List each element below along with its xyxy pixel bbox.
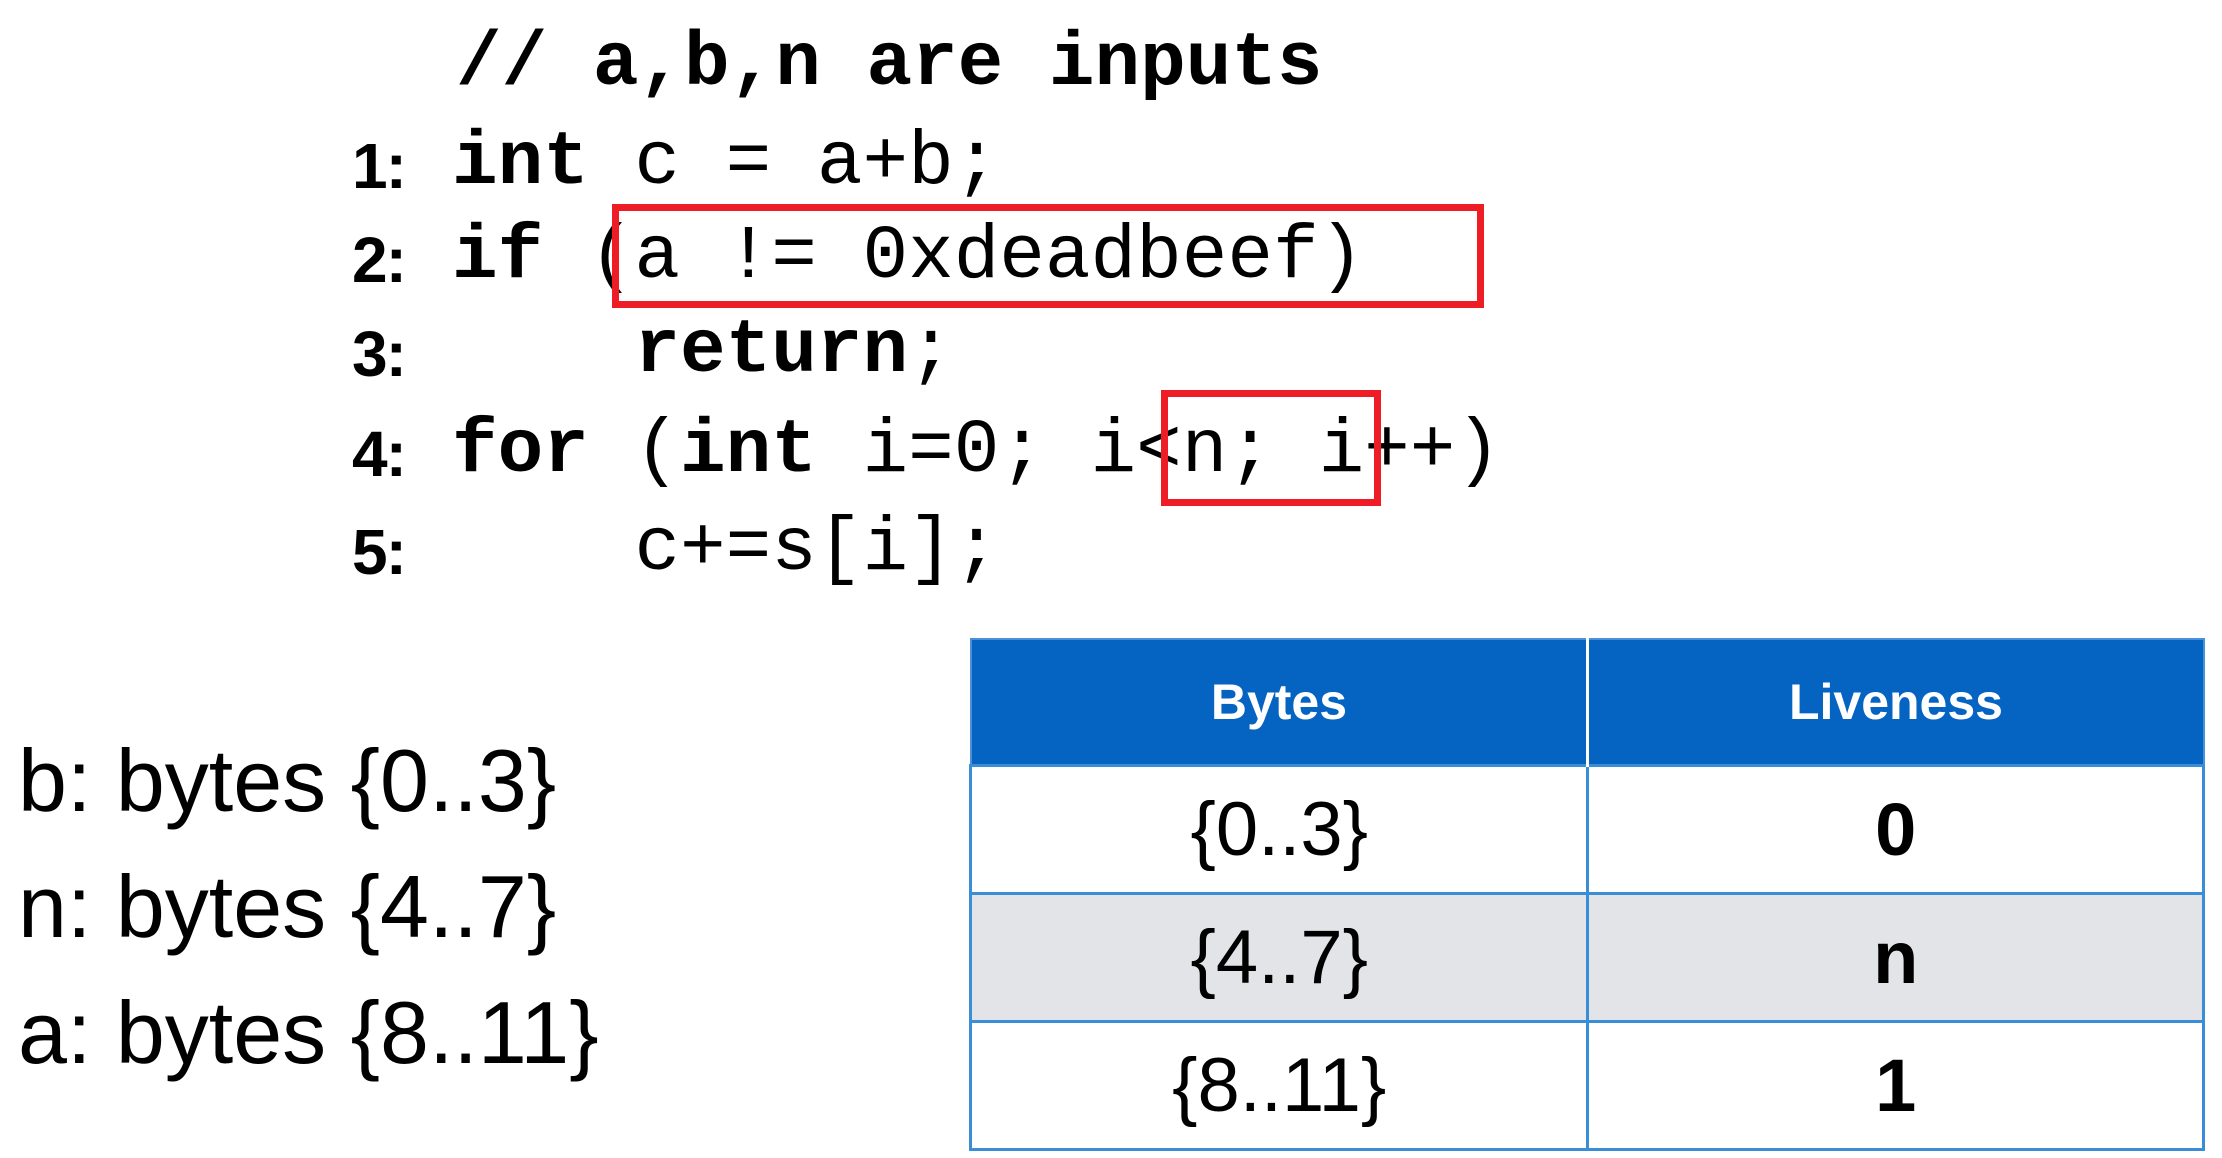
bytes-cell: {8..11} [968,1020,1590,1151]
code-line-5: 5: c+=s[i]; [352,504,999,600]
liveness-cell: 1 [1586,1020,2205,1151]
table-row: {8..11} 1 [968,1020,2205,1151]
table-row: {0..3} 0 [968,764,2205,895]
code-fragment: c = a+b; [588,120,1000,206]
loop-condition-highlight-box [1161,390,1381,506]
byte-offset-item: a: bytes {8..11} [18,983,599,1082]
table-row: {4..7} n [968,892,2205,1023]
code-fragment: c+=s[i]; [634,506,1000,592]
code-fragment: i=0; [816,408,1091,494]
line-number: 1: [352,130,407,202]
line-number: 2: [352,224,407,296]
code-comment: // a,b,n are inputs [456,21,1323,107]
line-number: 4: [352,418,407,490]
byte-offset-item: b: bytes {0..3} [18,731,557,830]
code-fragment [543,214,589,300]
keyword: return [634,308,909,394]
code-line-3: 3: return; [352,306,954,402]
line-number: 5: [352,516,407,588]
byte-offset-list: b: bytes {0..3} n: bytes {4..7} a: bytes… [18,718,599,1096]
keyword: int [452,120,589,206]
code-line-2: 2: if (a != 0xdeadbeef) [352,212,1364,308]
line-number: 3: [352,318,407,390]
code-line-4: 4: for (int i=0; i<n; i++) [352,406,1501,502]
code-text: c+=s[i]; [452,504,999,594]
bytes-cell: {0..3} [968,764,1590,895]
byte-offset-item: n: bytes {4..7} [18,857,557,956]
liveness-table: Bytes Liveness {0..3} 0 {4..7} n {8..11}… [968,638,2205,1151]
code-fragment: ; [908,308,954,394]
bytes-cell: {4..7} [968,892,1590,1023]
code-text: return; [452,306,954,396]
code-fragment: ( [588,408,681,494]
keyword: for [452,408,589,494]
column-header-liveness: Liveness [1586,638,2205,767]
keyword: if [452,214,544,300]
liveness-cell: 0 [1586,764,2205,895]
keyword: int [680,408,817,494]
liveness-cell: n [1586,892,2205,1023]
table-header-row: Bytes Liveness [969,638,2205,767]
condition-highlight-box [612,204,1484,308]
column-header-bytes: Bytes [969,638,1589,767]
code-text: int c = a+b; [452,118,999,208]
code-line-1: 1: int c = a+b; [352,118,999,214]
